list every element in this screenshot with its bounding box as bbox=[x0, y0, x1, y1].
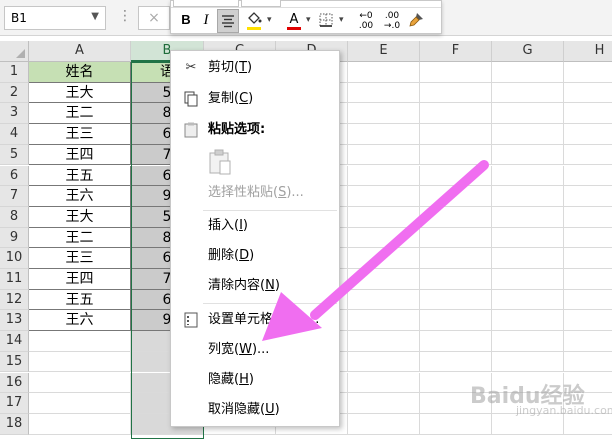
annotation-arrow bbox=[262, 160, 489, 341]
watermark-url: jingyan.baidu.com bbox=[516, 404, 612, 417]
